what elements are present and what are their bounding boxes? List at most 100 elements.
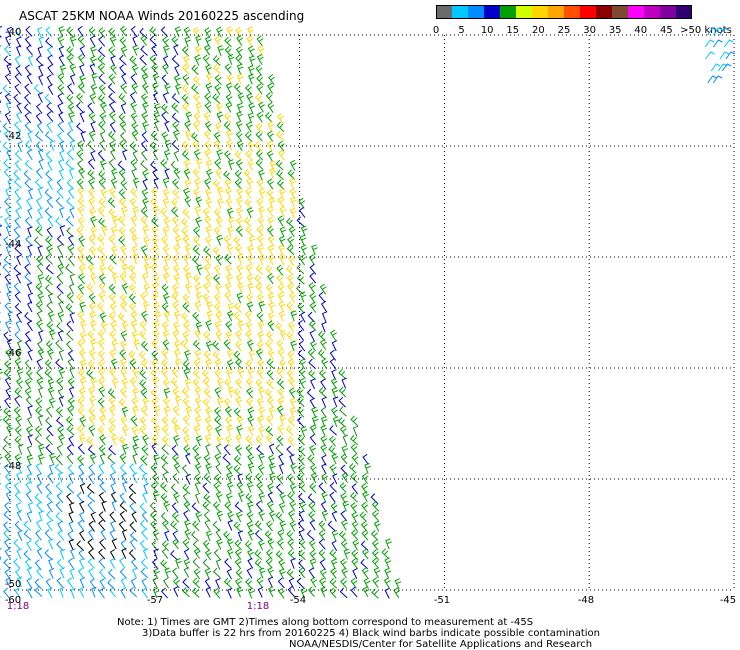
wind-barb bbox=[310, 472, 318, 484]
wind-barb bbox=[161, 283, 169, 295]
wind-barb bbox=[109, 63, 117, 75]
wind-barb bbox=[89, 395, 97, 407]
wind-barb bbox=[247, 462, 255, 474]
wind-barb bbox=[26, 454, 34, 466]
wind-barb bbox=[119, 64, 126, 76]
wind-barb bbox=[37, 453, 45, 465]
wind-barb bbox=[88, 293, 96, 304]
wind-barb bbox=[278, 502, 286, 514]
wind-barb bbox=[15, 65, 22, 76]
wind-barb bbox=[152, 206, 160, 217]
wind-barb bbox=[77, 425, 85, 436]
wind-barb bbox=[267, 566, 275, 578]
wind-barb bbox=[245, 435, 253, 446]
wind-barb bbox=[275, 444, 283, 455]
wind-barb bbox=[215, 578, 221, 590]
wind-barb bbox=[247, 501, 254, 513]
wind-barb bbox=[27, 207, 33, 219]
wind-barb bbox=[87, 558, 95, 569]
wind-barb bbox=[235, 196, 243, 208]
wind-barb bbox=[339, 482, 347, 494]
wind-barb bbox=[286, 530, 294, 541]
wind-barb bbox=[119, 453, 127, 465]
wind-barb bbox=[88, 528, 94, 540]
wind-barb bbox=[236, 481, 244, 493]
wind-barb bbox=[68, 187, 75, 199]
wind-barb bbox=[160, 368, 168, 379]
wind-barb bbox=[108, 73, 116, 85]
wind-barb bbox=[320, 300, 327, 312]
wind-barb bbox=[217, 198, 224, 209]
wind-barb bbox=[256, 311, 264, 323]
wind-barb bbox=[139, 425, 147, 437]
wind-barb bbox=[214, 264, 222, 276]
wind-barb bbox=[172, 538, 180, 550]
wind-barb bbox=[320, 338, 327, 350]
wind-barb bbox=[245, 121, 253, 133]
wind-barb bbox=[44, 529, 52, 541]
wind-barb bbox=[141, 578, 148, 590]
wind-barb bbox=[55, 358, 63, 370]
wind-barb bbox=[246, 177, 254, 189]
wind-barb bbox=[287, 549, 296, 560]
wind-barb bbox=[350, 472, 358, 484]
wind-barb bbox=[108, 158, 116, 170]
wind-barb bbox=[162, 45, 170, 56]
wind-barb bbox=[217, 187, 224, 198]
wind-barb bbox=[141, 111, 149, 123]
wind-barb bbox=[162, 188, 170, 200]
wind-barb bbox=[24, 179, 32, 190]
wind-barb bbox=[89, 93, 97, 105]
wind-barb bbox=[143, 483, 149, 495]
wind-barb bbox=[151, 44, 158, 56]
wind-barb bbox=[3, 435, 12, 447]
wind-barb bbox=[280, 329, 287, 341]
wind-barb bbox=[247, 425, 255, 437]
wind-barb bbox=[97, 206, 105, 218]
wind-barb bbox=[190, 83, 199, 95]
wind-barb bbox=[139, 519, 148, 531]
wind-barb bbox=[26, 445, 33, 457]
wind-barb bbox=[193, 568, 201, 580]
wind-barb bbox=[276, 367, 284, 379]
wind-barb bbox=[26, 577, 33, 589]
wind-barb bbox=[34, 493, 43, 504]
wind-barb bbox=[244, 540, 253, 552]
wind-barb bbox=[245, 226, 254, 237]
wind-barb bbox=[214, 453, 222, 465]
wind-barb bbox=[66, 483, 75, 494]
wind-barb bbox=[184, 349, 191, 361]
wind-barb bbox=[174, 64, 180, 76]
wind-barb bbox=[37, 245, 43, 257]
wind-barb bbox=[236, 187, 244, 199]
wind-barb bbox=[142, 397, 150, 409]
wind-barb bbox=[97, 349, 105, 361]
wind-barb bbox=[36, 217, 43, 229]
wind-barb bbox=[275, 322, 284, 333]
wind-barb bbox=[258, 426, 266, 438]
wind-barb bbox=[288, 377, 296, 389]
wind-barb bbox=[45, 150, 53, 162]
wind-barb bbox=[131, 330, 139, 342]
wind-barb bbox=[56, 187, 64, 199]
wind-barb bbox=[373, 520, 381, 532]
wind-barb bbox=[191, 502, 200, 513]
wind-barb bbox=[163, 378, 170, 390]
wind-barb bbox=[154, 425, 161, 437]
wind-barb bbox=[14, 302, 23, 314]
wind-barb bbox=[161, 74, 169, 86]
wind-barb bbox=[341, 471, 349, 483]
wind-barb bbox=[14, 188, 21, 200]
wind-barb bbox=[237, 92, 245, 104]
wind-barb bbox=[129, 283, 137, 295]
wind-barb bbox=[109, 557, 116, 569]
wind-barb bbox=[14, 520, 22, 532]
wind-barb bbox=[215, 491, 223, 503]
wind-barb bbox=[256, 83, 263, 95]
wind-barb bbox=[351, 511, 359, 523]
wind-barb bbox=[227, 226, 234, 238]
wind-barb bbox=[196, 158, 203, 170]
wind-barb bbox=[236, 264, 244, 276]
wind-barb bbox=[98, 359, 106, 371]
wind-barb bbox=[78, 235, 86, 247]
